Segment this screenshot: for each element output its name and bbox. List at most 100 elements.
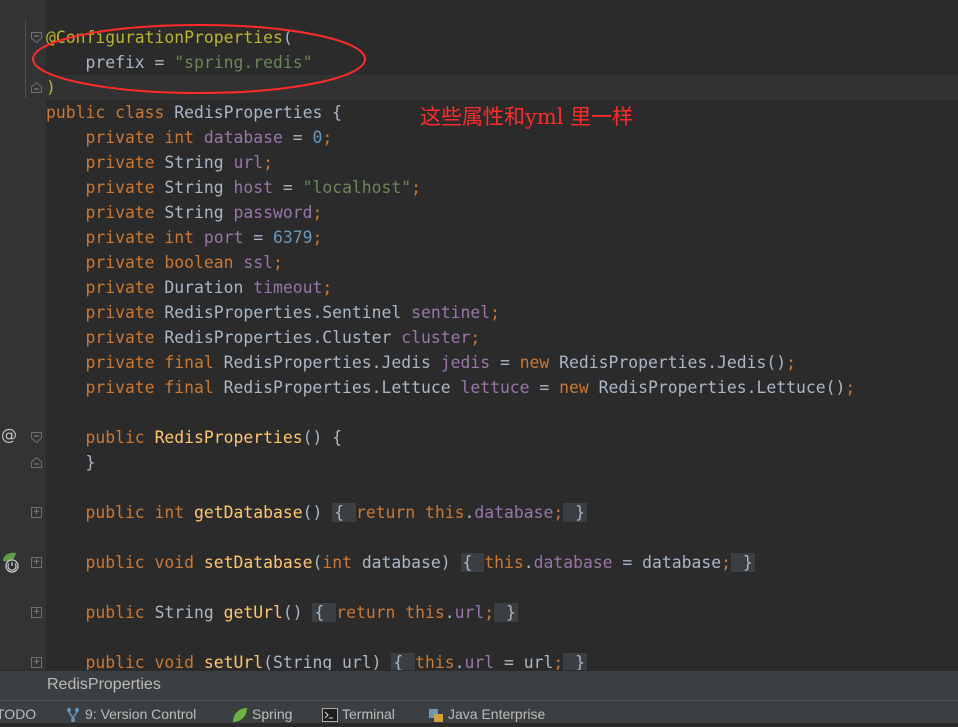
- breadcrumb: RedisProperties: [0, 670, 958, 701]
- tool-window-bar: TODO 9: Version Control Spring Terminal …: [0, 700, 958, 723]
- token-fn: setDatabase: [203, 553, 313, 572]
- token-kw: ;: [312, 203, 323, 222]
- token-kw: this: [484, 553, 524, 572]
- spring-leaf-icon: [232, 707, 248, 723]
- code-line-field-password[interactable]: private String password;: [46, 200, 322, 225]
- token-plain: (: [312, 553, 323, 572]
- breadcrumb-class[interactable]: RedisProperties: [47, 676, 161, 694]
- fold-end-icon[interactable]: [31, 457, 42, 468]
- spring-bean-icon[interactable]: [1, 551, 21, 573]
- code-line-set-database[interactable]: public void setDatabase(int database) { …: [46, 550, 755, 575]
- token-str: "localhost": [302, 178, 412, 197]
- token-kw: ;: [553, 653, 564, 670]
- token-kw: public int: [46, 503, 195, 522]
- token-kw: ;: [470, 328, 481, 347]
- token-plain: .: [444, 603, 455, 622]
- code-line-field-ssl[interactable]: private boolean ssl;: [46, 250, 282, 275]
- token-fn: getUrl: [223, 603, 283, 622]
- token-kw: int: [322, 553, 362, 572]
- token-kw: ;: [322, 278, 333, 297]
- code-line-get-database[interactable]: public int getDatabase() { return this.d…: [46, 500, 587, 525]
- token-kw: public: [46, 428, 155, 447]
- tab-todo[interactable]: TODO: [0, 706, 36, 723]
- expand-icon[interactable]: +: [31, 507, 42, 518]
- token-kw: public void: [46, 653, 204, 670]
- tab-terminal[interactable]: Terminal: [322, 706, 395, 723]
- token-brace: }: [494, 603, 518, 622]
- token-kw: ;: [553, 503, 564, 522]
- tab-version-control[interactable]: 9: Version Control: [65, 706, 196, 723]
- tab-java-enterprise[interactable]: Java Enterprise: [428, 706, 545, 723]
- code-line-field-sentinel[interactable]: private RedisProperties.Sentinel sentine…: [46, 300, 500, 325]
- tab-spring[interactable]: Spring: [232, 706, 292, 723]
- token-kw: new: [519, 353, 560, 372]
- token-plain: RedisProperties.Lettuce(): [598, 378, 846, 397]
- code-line-field-host[interactable]: private String host = "localhost";: [46, 175, 421, 200]
- token-fld: lettuce: [460, 378, 530, 397]
- implemented-at-icon[interactable]: @: [1, 426, 19, 444]
- fold-start-icon[interactable]: [31, 432, 42, 443]
- code-line-set-url[interactable]: public void setUrl(String url) { this.ur…: [46, 650, 587, 670]
- token-brace: {: [460, 553, 485, 572]
- expand-icon[interactable]: +: [31, 557, 42, 568]
- token-kw: public: [46, 603, 155, 622]
- code-line-field-jedis[interactable]: private final RedisProperties.Jedis jedi…: [46, 350, 796, 375]
- token-fld: database: [203, 128, 283, 147]
- token-plain: = url: [494, 653, 554, 670]
- code-line-field-lettuce[interactable]: private final RedisProperties.Lettuce le…: [46, 375, 855, 400]
- token-kw: private int: [46, 128, 204, 147]
- token-kw: ;: [484, 603, 495, 622]
- token-kw: ;: [845, 378, 856, 397]
- token-plain: String: [164, 153, 234, 172]
- token-fld: host: [233, 178, 273, 197]
- token-kw: return this: [355, 503, 465, 522]
- code-line-field-database[interactable]: private int database = 0;: [46, 125, 332, 150]
- token-kw: private final: [46, 378, 224, 397]
- token-plain: RedisProperties.Jedis(): [559, 353, 787, 372]
- token-brace: }: [563, 653, 587, 670]
- tab-todo-label: TODO: [0, 706, 37, 722]
- token-fn: getDatabase: [194, 503, 303, 522]
- code-line-field-cluster[interactable]: private RedisProperties.Cluster cluster;: [46, 325, 480, 350]
- code-line-get-url[interactable]: public String getUrl() { return this.url…: [46, 600, 518, 625]
- code-line-field-timeout[interactable]: private Duration timeout;: [46, 275, 332, 300]
- token-brace: {: [391, 653, 416, 670]
- token-kw: private: [46, 178, 165, 197]
- token-kw: private: [46, 153, 165, 172]
- code-line-field-url[interactable]: private String url;: [46, 150, 273, 175]
- code-line-field-port[interactable]: private int port = 6379;: [46, 225, 322, 250]
- code-line-constructor-close[interactable]: }: [46, 450, 95, 475]
- code-editor[interactable]: @ConfigurationProperties( prefix = "spri…: [0, 0, 958, 670]
- token-kw: ;: [490, 303, 500, 322]
- token-fld: sentinel: [411, 303, 491, 322]
- token-kw: ;: [411, 178, 422, 197]
- token-fld: url: [454, 603, 485, 622]
- expand-icon[interactable]: +: [31, 607, 42, 618]
- token-kw: ;: [786, 353, 797, 372]
- token-kw: private int: [46, 228, 204, 247]
- token-fld: url: [464, 653, 495, 670]
- token-kw: this: [415, 653, 455, 670]
- token-fld: cluster: [401, 328, 471, 347]
- token-fld: database: [474, 503, 554, 522]
- token-brace: {: [332, 503, 356, 522]
- token-plain: String: [164, 203, 234, 222]
- code-line-class-decl[interactable]: public class RedisProperties {: [46, 100, 342, 125]
- token-plain: (): [302, 503, 333, 522]
- expand-icon[interactable]: +: [31, 657, 42, 668]
- token-plain: .: [523, 553, 534, 572]
- token-kw: ;: [721, 553, 731, 572]
- token-plain: database): [361, 553, 461, 572]
- token-kw: private final: [46, 353, 224, 372]
- token-kw: private: [46, 203, 165, 222]
- token-plain: () {: [302, 428, 343, 447]
- code-line-constructor[interactable]: public RedisProperties() {: [46, 425, 342, 450]
- token-fn: RedisProperties: [154, 428, 303, 447]
- token-kw: public class: [46, 103, 175, 122]
- tab-version-control-label: 9: Version Control: [85, 706, 197, 722]
- token-fld: port: [203, 228, 244, 247]
- token-fld: ssl: [243, 253, 273, 272]
- token-kw: private: [46, 328, 165, 347]
- token-plain: RedisProperties.Cluster: [164, 328, 402, 347]
- token-fld: password: [233, 203, 313, 222]
